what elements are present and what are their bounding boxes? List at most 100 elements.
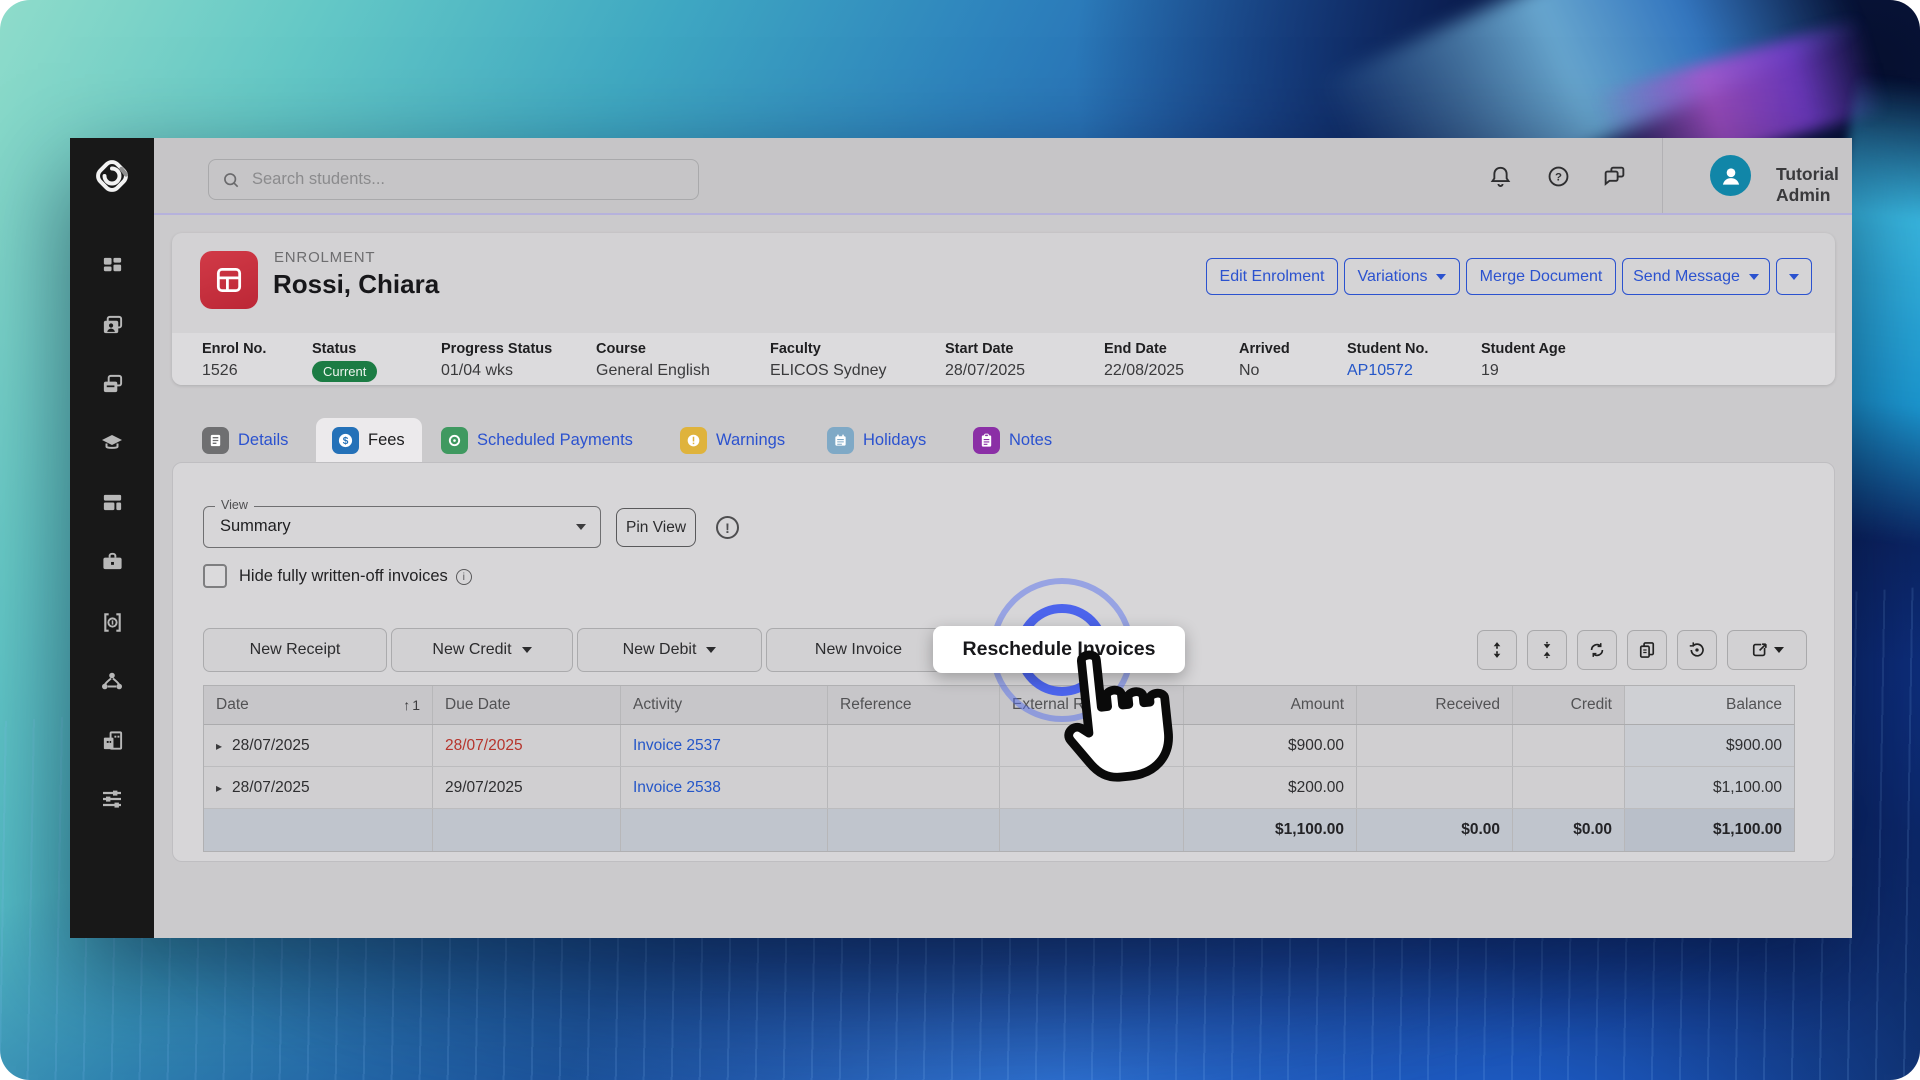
totals-external-ref xyxy=(1000,809,1184,851)
col-header-activity[interactable]: Activity xyxy=(621,686,828,724)
tab-fees-label: Fees xyxy=(368,431,405,450)
view-select[interactable]: View Summary xyxy=(203,506,601,548)
cell-date: ▸28/07/2025 xyxy=(204,767,433,808)
table-row: ▸28/07/2025 28/07/2025 Invoice 2537 $900… xyxy=(204,725,1794,767)
sidebar-item-contacts[interactable] xyxy=(92,305,132,345)
field-start-date: Start Date28/07/2025 xyxy=(945,341,1025,380)
col-header-amount[interactable]: Amount xyxy=(1184,686,1357,724)
app-logo[interactable] xyxy=(86,150,138,202)
chevron-down-icon xyxy=(576,524,586,530)
notifications-button[interactable] xyxy=(1484,160,1516,192)
user-name[interactable]: Tutorial Admin xyxy=(1776,164,1852,206)
totals-activity xyxy=(621,809,828,851)
enrolment-type-icon xyxy=(200,251,258,309)
tab-warnings[interactable]: Warnings xyxy=(680,418,785,462)
export-button[interactable] xyxy=(1727,630,1807,670)
field-student-age: Student Age19 xyxy=(1481,341,1566,380)
invoice-link[interactable]: Invoice 2537 xyxy=(633,737,721,755)
new-receipt-button[interactable]: New Receipt xyxy=(203,628,387,672)
layout-icon xyxy=(101,491,124,514)
edit-enrolment-label: Edit Enrolment xyxy=(1220,268,1325,286)
view-warning-icon[interactable]: ! xyxy=(716,516,739,539)
sidebar-item-settings[interactable] xyxy=(92,779,132,819)
send-message-label: Send Message xyxy=(1633,268,1740,286)
people-network-icon xyxy=(100,669,124,693)
student-no-link[interactable]: AP10572 xyxy=(1347,362,1428,380)
user-avatar[interactable] xyxy=(1710,155,1751,196)
row-expander[interactable]: ▸ xyxy=(216,781,222,795)
col-header-balance[interactable]: Balance xyxy=(1625,686,1794,724)
tab-details[interactable]: Details xyxy=(202,418,288,462)
col-header-due-date[interactable]: Due Date xyxy=(433,686,621,724)
new-receipt-label: New Receipt xyxy=(250,641,341,659)
cell-date: ▸28/07/2025 xyxy=(204,725,433,766)
invoice-link[interactable]: Invoice 2538 xyxy=(633,779,721,797)
export-icon xyxy=(1750,640,1770,660)
field-progress-status: Progress Status01/04 wks xyxy=(441,341,552,380)
tab-holidays[interactable]: Holidays xyxy=(827,418,926,462)
view-select-value: Summary xyxy=(220,517,291,536)
merge-document-label: Merge Document xyxy=(1480,268,1603,286)
status-badge: Current xyxy=(312,361,377,382)
cell-received xyxy=(1357,767,1513,808)
enrolment-card: ENROLMENT Rossi, Chiara Edit Enrolment V… xyxy=(172,233,1835,385)
col-header-reference[interactable]: Reference xyxy=(828,686,1000,724)
help-button[interactable]: ? xyxy=(1542,160,1574,192)
sidebar-item-organisations[interactable] xyxy=(92,720,132,760)
variations-button[interactable]: Variations xyxy=(1344,258,1460,295)
sidebar-item-classes[interactable] xyxy=(92,482,132,522)
more-actions-button[interactable] xyxy=(1776,258,1812,295)
messages-button[interactable] xyxy=(1598,160,1630,192)
new-debit-button[interactable]: New Debit xyxy=(577,628,762,672)
refresh-button[interactable] xyxy=(1577,630,1617,670)
sidebar-item-agents[interactable] xyxy=(92,541,132,581)
chevron-down-icon xyxy=(1774,647,1784,653)
tab-details-label: Details xyxy=(238,431,288,450)
send-message-button[interactable]: Send Message xyxy=(1622,258,1770,295)
col-header-received[interactable]: Received xyxy=(1357,686,1513,724)
sidebar-item-finance[interactable] xyxy=(92,602,132,642)
enrolment-info-strip: Enrol No.1526 Status Current Progress St… xyxy=(172,333,1835,385)
cell-balance: $900.00 xyxy=(1625,725,1794,766)
hide-written-off-checkbox[interactable] xyxy=(203,564,227,588)
info-icon[interactable]: i xyxy=(456,569,472,585)
col-header-credit[interactable]: Credit xyxy=(1513,686,1625,724)
tab-scheduled-payments[interactable]: Scheduled Payments xyxy=(441,418,633,462)
tab-fees-active[interactable]: $ Fees xyxy=(332,418,405,462)
cell-reference xyxy=(828,767,1000,808)
sidebar-item-courses[interactable] xyxy=(92,423,132,463)
search-input[interactable] xyxy=(250,169,686,190)
sidebar-item-network[interactable] xyxy=(92,661,132,701)
chevron-down-icon xyxy=(706,647,716,653)
bell-icon xyxy=(1488,164,1513,189)
cell-due-date: 28/07/2025 xyxy=(433,725,621,766)
app-sidebar xyxy=(70,138,154,938)
history-button[interactable] xyxy=(1677,630,1717,670)
tab-notes[interactable]: Notes xyxy=(973,418,1052,462)
view-select-label: View xyxy=(215,498,254,512)
table-header-row: Date ↑1 Due Date Activity Reference Exte… xyxy=(204,686,1794,725)
sidebar-item-enrolments[interactable] xyxy=(92,364,132,404)
totals-due-date xyxy=(433,809,621,851)
row-expander[interactable]: ▸ xyxy=(216,739,222,753)
col-header-date[interactable]: Date ↑1 xyxy=(204,686,433,724)
history-icon xyxy=(1687,640,1707,660)
new-credit-button[interactable]: New Credit xyxy=(391,628,573,672)
pointer-hand-icon xyxy=(1039,641,1193,812)
merge-document-button[interactable]: Merge Document xyxy=(1466,258,1616,295)
pin-view-button[interactable]: Pin View xyxy=(616,508,696,547)
cell-received xyxy=(1357,725,1513,766)
new-credit-label: New Credit xyxy=(432,641,511,659)
building-icon xyxy=(101,729,124,752)
sidebar-item-dashboard[interactable] xyxy=(92,246,132,286)
totals-credit: $0.00 xyxy=(1513,809,1625,851)
collapse-all-rows-button[interactable] xyxy=(1527,630,1567,670)
totals-reference xyxy=(828,809,1000,851)
edit-enrolment-button[interactable]: Edit Enrolment xyxy=(1206,258,1338,295)
expand-all-rows-button[interactable] xyxy=(1477,630,1517,670)
cell-credit xyxy=(1513,767,1625,808)
new-invoice-button[interactable]: New Invoice xyxy=(766,628,951,672)
copy-button[interactable] xyxy=(1627,630,1667,670)
chevron-down-icon xyxy=(1749,274,1759,280)
cell-amount: $900.00 xyxy=(1184,725,1357,766)
